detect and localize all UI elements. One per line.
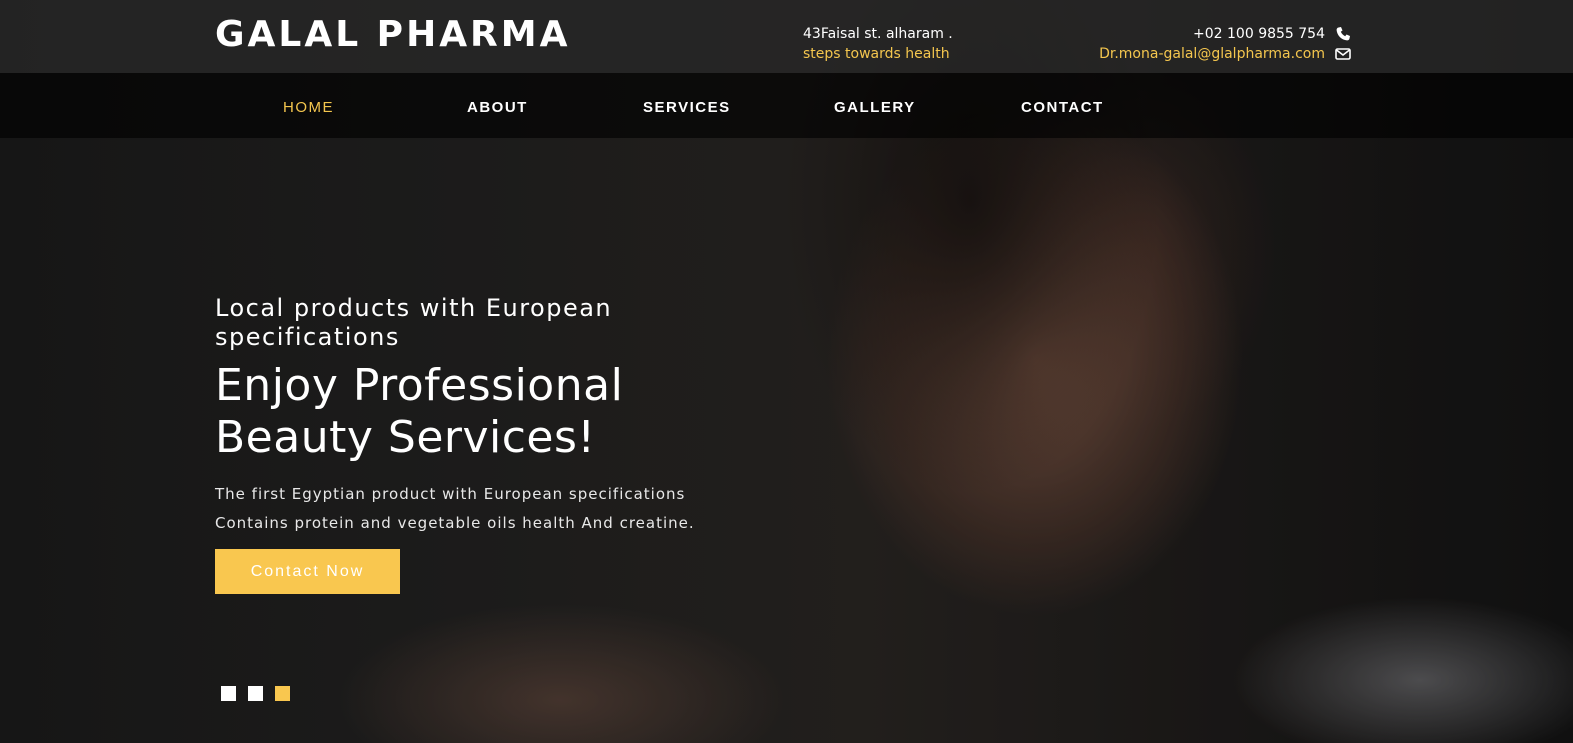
- hero-description: The first Egyptian product with European…: [215, 480, 815, 538]
- nav-item-about[interactable]: ABOUT: [467, 99, 528, 116]
- phone-row: +02 100 9855 754: [1099, 24, 1351, 44]
- phone-icon: [1336, 27, 1350, 41]
- main-nav: HOME ABOUT SERVICES GALLERY CONTACT: [0, 73, 1573, 138]
- hero-description-line-2: Contains protein and vegetable oils heal…: [215, 514, 695, 532]
- brand-logo[interactable]: GALAL PHARMA: [215, 14, 570, 55]
- top-bar: GALAL PHARMA 43Faisal st. alharam . step…: [0, 0, 1573, 73]
- contact-now-button[interactable]: Contact Now: [215, 549, 400, 594]
- hero-description-line-1: The first Egyptian product with European…: [215, 485, 686, 503]
- address-block: 43Faisal st. alharam . steps towards hea…: [803, 24, 953, 64]
- slider-dot-1[interactable]: [221, 686, 236, 701]
- email-link[interactable]: Dr.mona-galal@glalpharma.com: [1099, 44, 1325, 64]
- nav-item-contact[interactable]: CONTACT: [1021, 99, 1104, 116]
- slider-dot-2[interactable]: [248, 686, 263, 701]
- slider-pagination: [221, 686, 290, 701]
- address-text: 43Faisal st. alharam .: [803, 26, 953, 42]
- tagline-text: steps towards health: [803, 46, 950, 62]
- hero-subtitle: Local products with European specificati…: [215, 294, 613, 351]
- phone-number[interactable]: +02 100 9855 754: [1193, 24, 1325, 44]
- nav-item-services[interactable]: SERVICES: [643, 99, 731, 116]
- contact-info: +02 100 9855 754 Dr.mona-galal@glalpharm…: [1099, 24, 1351, 64]
- email-row: Dr.mona-galal@glalpharma.com: [1099, 44, 1351, 64]
- nav-item-gallery[interactable]: GALLERY: [834, 99, 916, 116]
- envelope-icon: [1335, 48, 1351, 60]
- hero-title: Enjoy Professional Beauty Services!: [215, 360, 624, 463]
- slider-dot-3[interactable]: [275, 686, 290, 701]
- nav-item-home[interactable]: HOME: [283, 99, 334, 116]
